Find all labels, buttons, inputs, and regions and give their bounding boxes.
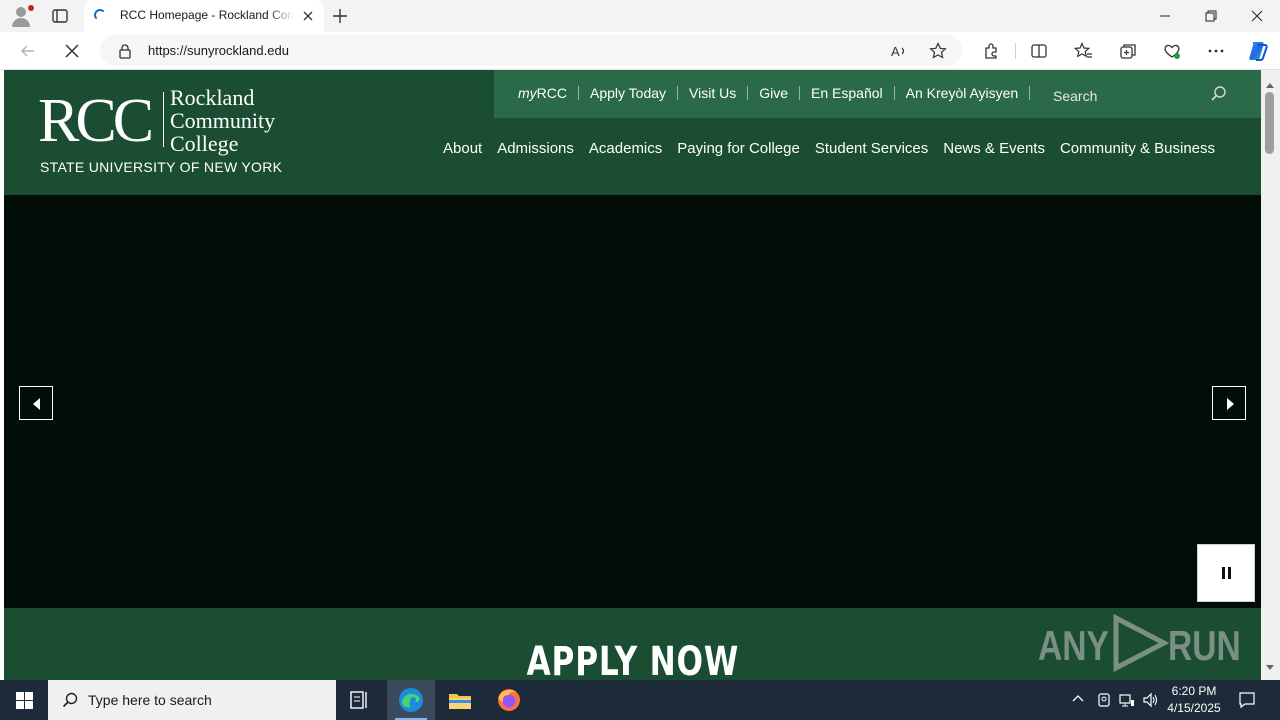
show-hidden-icons-chevron-icon[interactable] (1071, 692, 1085, 711)
taskbar-file-explorer-app[interactable] (436, 680, 484, 720)
new-tab-button[interactable] (330, 6, 350, 26)
folder-icon (449, 694, 471, 709)
favorites-icon[interactable] (1073, 41, 1093, 61)
nav-paying-for-college[interactable]: Paying for College (677, 140, 800, 157)
nav-about[interactable]: About (443, 140, 482, 157)
windows-logo-icon (16, 692, 33, 709)
utility-bar: myRCC Apply Today Visit Us Give En Españ… (494, 70, 1261, 118)
pause-icon (1222, 567, 1225, 579)
rcc-site: RCC Rockland Community College STATE UNI… (4, 70, 1261, 680)
meet-now-icon[interactable] (1096, 692, 1112, 713)
browser-toolbar: https://sunyrockland.edu A (0, 32, 1280, 70)
clock-date: 4/15/2025 (1167, 701, 1221, 715)
browser-tab-active[interactable]: RCC Homepage - Rockland Community Colleg… (84, 0, 324, 32)
taskbar-edge-app[interactable] (387, 680, 435, 720)
utility-link-apply-today[interactable]: Apply Today (590, 85, 666, 101)
lock-icon[interactable] (118, 43, 132, 64)
watermark-play-icon (1113, 613, 1170, 673)
read-aloud-icon[interactable]: A (890, 42, 908, 60)
rcc-logo[interactable]: RCC Rockland Community College STATE UNI… (38, 86, 288, 178)
carousel-next-button[interactable] (1212, 386, 1246, 420)
more-menu-icon[interactable] (1206, 41, 1226, 61)
back-arrow-icon[interactable] (18, 41, 38, 61)
close-tab-icon[interactable] (300, 8, 316, 24)
hero-carousel (4, 195, 1261, 608)
utility-link-give[interactable]: Give (759, 85, 788, 101)
utility-link-espanol[interactable]: En Español (811, 85, 883, 101)
utility-divider (677, 86, 679, 100)
browser-essentials-icon[interactable] (1162, 41, 1182, 61)
firefox-icon (498, 689, 520, 711)
stop-loading-icon[interactable] (62, 41, 82, 61)
nav-academics[interactable]: Academics (589, 140, 662, 157)
split-screen-icon[interactable] (1029, 41, 1049, 61)
taskbar-firefox-app[interactable] (485, 680, 533, 720)
search-icon[interactable] (1210, 85, 1228, 103)
notification-center-icon[interactable] (1238, 691, 1256, 714)
close-window-button[interactable] (1234, 0, 1280, 32)
tab-actions-icon[interactable] (50, 6, 70, 26)
browser-tab-strip: RCC Homepage - Rockland Community Colleg… (0, 0, 1280, 32)
logo-college-name: Rockland Community College (170, 86, 300, 155)
url-text[interactable]: https://sunyrockland.edu (148, 43, 289, 58)
logo-name-line2: Community (170, 108, 276, 133)
main-navigation: About Admissions Academics Paying for Co… (443, 140, 1230, 157)
page-scrollbar[interactable] (1261, 70, 1280, 680)
carousel-pause-button[interactable] (1197, 544, 1255, 602)
utility-divider (747, 86, 749, 100)
system-clock[interactable]: 6:20 PM 4/15/2025 (1156, 683, 1232, 717)
copilot-icon[interactable] (1246, 39, 1270, 63)
search-icon (62, 692, 78, 708)
pause-icon-bar (1228, 567, 1231, 579)
collections-icon[interactable] (1118, 41, 1138, 61)
taskbar-search-placeholder: Type here to search (88, 692, 212, 708)
utility-divider (893, 86, 895, 100)
edge-browser-icon (399, 688, 423, 712)
windows-taskbar: Type here to search 6:20 PM 4/15/2025 (0, 680, 1280, 720)
utility-link-myrcc[interactable]: myRCC (518, 85, 567, 101)
task-view-icon (350, 691, 367, 709)
site-search-input[interactable]: Search (1053, 88, 1097, 104)
start-button[interactable] (0, 680, 48, 720)
utility-divider (799, 86, 801, 100)
logo-affiliation: STATE UNIVERSITY OF NEW YORK (40, 159, 283, 175)
logo-name-line3: College (170, 131, 239, 156)
nav-community-business[interactable]: Community & Business (1060, 140, 1215, 157)
scrollbar-thumb[interactable] (1265, 92, 1274, 154)
minimize-button[interactable] (1142, 0, 1188, 32)
anyrun-watermark: ANY RUN (1038, 612, 1241, 674)
address-bar[interactable]: https://sunyrockland.edu A (100, 35, 962, 66)
watermark-left-text: ANY (1038, 622, 1109, 669)
svg-text:A: A (891, 44, 900, 59)
favorite-star-icon[interactable] (929, 42, 947, 60)
restore-button[interactable] (1188, 0, 1234, 32)
loading-spinner-icon (94, 9, 108, 23)
tab-title: RCC Homepage - Rockland Community Colleg… (120, 8, 294, 22)
logo-name-line1: Rockland (170, 85, 255, 110)
utility-link-kreyol[interactable]: An Kreyòl Ayisyen (906, 85, 1019, 101)
utility-link-visit-us[interactable]: Visit Us (689, 85, 736, 101)
logo-divider (163, 92, 164, 147)
logo-initials: RCC (38, 87, 154, 155)
apply-now-heading[interactable]: APPLY NOW (143, 640, 1123, 680)
nav-student-services[interactable]: Student Services (815, 140, 928, 157)
web-page: RCC Rockland Community College STATE UNI… (0, 70, 1280, 680)
extensions-icon[interactable] (981, 41, 1001, 61)
site-header: RCC Rockland Community College STATE UNI… (4, 70, 1261, 195)
nav-news-events[interactable]: News & Events (943, 140, 1045, 157)
myrcc-label: RCC (536, 85, 568, 101)
utility-divider (1029, 86, 1031, 100)
myrcc-prefix: my (518, 85, 537, 101)
scroll-down-arrow-icon[interactable] (1265, 659, 1275, 677)
watermark-right-text: RUN (1168, 622, 1241, 669)
taskbar-search-box[interactable]: Type here to search (48, 680, 336, 720)
toolbar-divider (1015, 43, 1016, 59)
network-icon[interactable] (1119, 692, 1135, 713)
nav-admissions[interactable]: Admissions (497, 140, 574, 157)
task-view-button[interactable] (336, 680, 384, 720)
profile-icon[interactable] (10, 5, 34, 27)
utility-divider (578, 86, 580, 100)
clock-time: 6:20 PM (1171, 684, 1217, 698)
carousel-prev-button[interactable] (19, 386, 53, 420)
